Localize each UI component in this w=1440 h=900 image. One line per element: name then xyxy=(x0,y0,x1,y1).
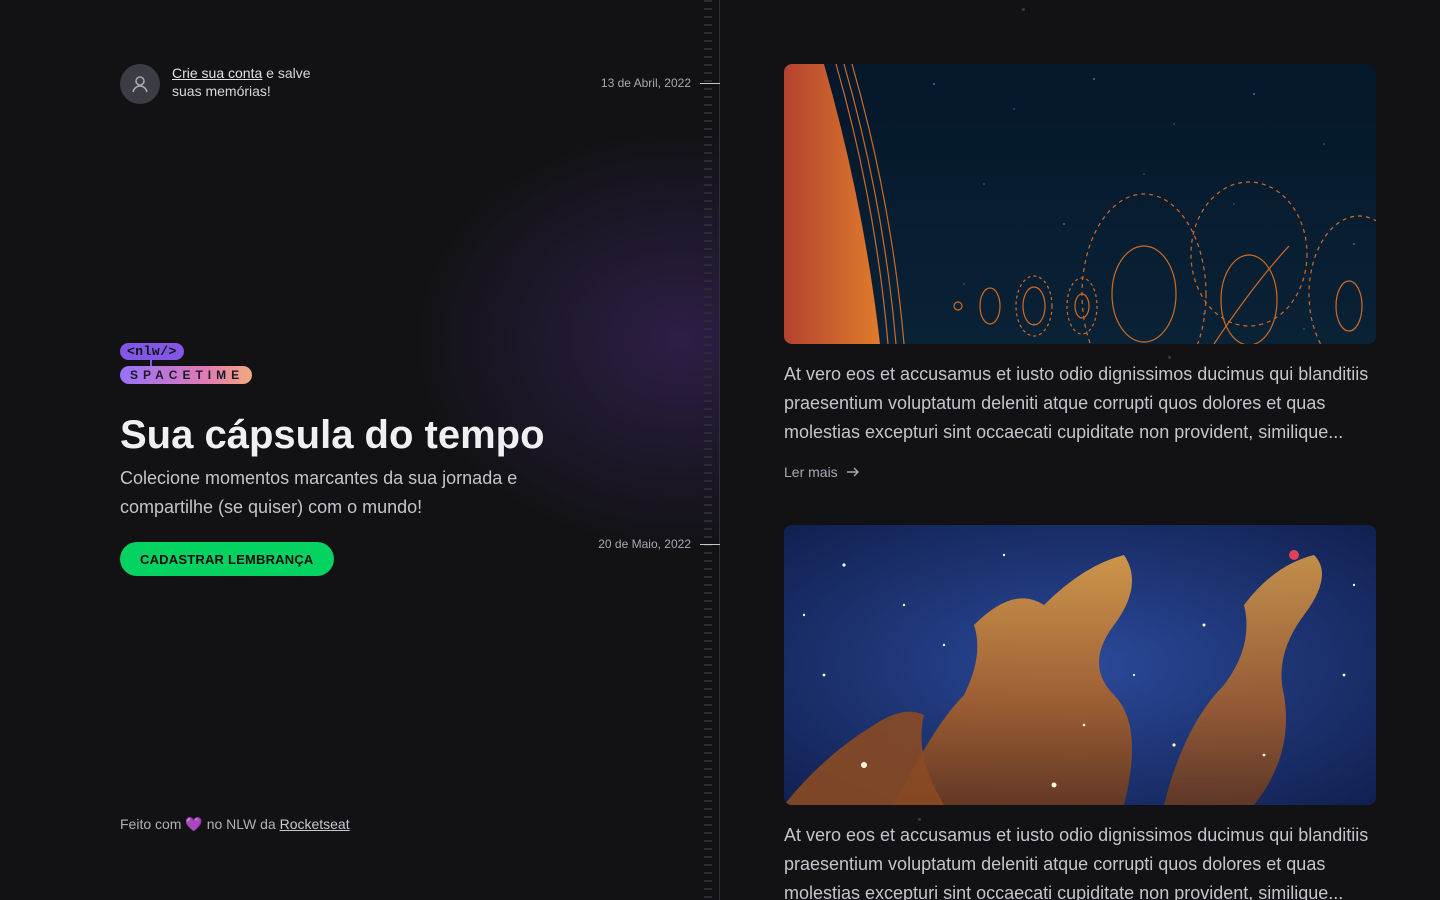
page-subtitle: Colecione momentos marcantes da sua jorn… xyxy=(120,468,518,517)
footer-middle: no NLW da xyxy=(206,816,276,832)
read-more-link[interactable]: Ler mais xyxy=(784,464,860,480)
date-marker xyxy=(700,544,720,545)
memory-date: 20 de Maio, 2022 xyxy=(598,537,691,551)
avatar[interactable] xyxy=(120,64,160,104)
hero-panel: Crie sua conta e salve suas memórias! <n… xyxy=(0,0,720,900)
heart-icon: 💜 xyxy=(185,816,203,832)
logo-spacetime-badge: SPACETIME xyxy=(120,366,253,384)
footer-credits: Feito com 💜 no NLW da Rocketseat xyxy=(120,816,350,833)
rocketseat-link[interactable]: Rocketseat xyxy=(280,816,350,832)
memory-image-nebula[interactable] xyxy=(784,525,1376,805)
register-memory-button[interactable]: CADASTRAR LEMBRANÇA xyxy=(120,542,334,576)
memory-excerpt: At vero eos et accusamus et iusto odio d… xyxy=(784,825,1369,900)
pillars-of-creation-nebula xyxy=(784,525,1376,805)
user-icon xyxy=(132,76,148,93)
date-marker xyxy=(700,83,720,84)
arrow-right-icon xyxy=(846,467,859,477)
nlw-spacetime-logo: <nlw/> SPACETIME xyxy=(120,342,253,384)
read-more-label: Ler mais xyxy=(784,464,838,480)
signin-text: Crie sua conta e salve suas memórias! xyxy=(172,64,322,100)
page-title: Sua cápsula do tempo xyxy=(120,413,545,457)
timeline-ticks xyxy=(704,0,712,900)
footer-prefix: Feito com xyxy=(120,816,182,832)
signin-link[interactable]: Crie sua conta e salve suas memórias! xyxy=(120,64,322,104)
create-account-link[interactable]: Crie sua conta xyxy=(172,65,262,81)
solar-system-illustration xyxy=(784,64,1376,344)
memory-excerpt: At vero eos et accusamus et iusto odio d… xyxy=(784,364,1369,442)
memory-date: 13 de Abril, 2022 xyxy=(600,76,691,90)
logo-nlw-badge: <nlw/> xyxy=(120,343,184,360)
memory-image-solar-system[interactable] xyxy=(784,64,1376,344)
timeline-divider xyxy=(719,0,720,900)
